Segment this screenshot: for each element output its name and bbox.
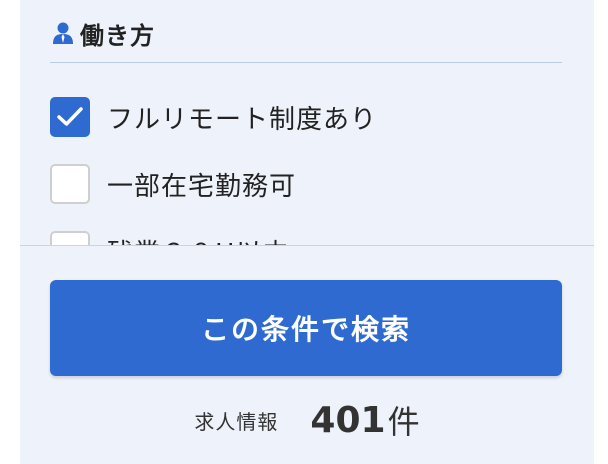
result-unit: 件 bbox=[387, 403, 420, 441]
section-divider bbox=[50, 62, 562, 63]
filter-panel: 働き方 フルリモート制度あり 一部在宅勤務可 残業２０H以内 この条件で検索 求… bbox=[20, 0, 594, 464]
result-count: 401 bbox=[310, 399, 386, 441]
checkbox-checked[interactable] bbox=[50, 97, 90, 137]
checkbox-unchecked[interactable] bbox=[50, 231, 90, 245]
option-full-remote[interactable]: フルリモート制度あり bbox=[50, 96, 377, 138]
section-title: 働き方 bbox=[80, 21, 155, 50]
filter-options-scroll-area[interactable]: 働き方 フルリモート制度あり 一部在宅勤務可 残業２０H以内 bbox=[20, 0, 594, 245]
footer-divider bbox=[20, 245, 594, 246]
search-button[interactable]: この条件で検索 bbox=[50, 280, 562, 376]
option-label: 一部在宅勤務可 bbox=[107, 171, 297, 202]
option-label: フルリモート制度あり bbox=[107, 104, 378, 135]
option-partial-remote[interactable]: 一部在宅勤務可 bbox=[50, 163, 296, 205]
option-overtime-limit[interactable]: 残業２０H以内 bbox=[50, 230, 290, 245]
result-summary: 求人情報 401 件 bbox=[20, 395, 594, 445]
checkmark-icon bbox=[57, 107, 83, 126]
section-header: 働き方 bbox=[52, 16, 155, 50]
option-label: 残業２０H以内 bbox=[107, 233, 290, 246]
result-label: 求人情報 bbox=[194, 409, 279, 434]
checkbox-unchecked[interactable] bbox=[50, 164, 90, 204]
person-icon bbox=[52, 21, 74, 45]
